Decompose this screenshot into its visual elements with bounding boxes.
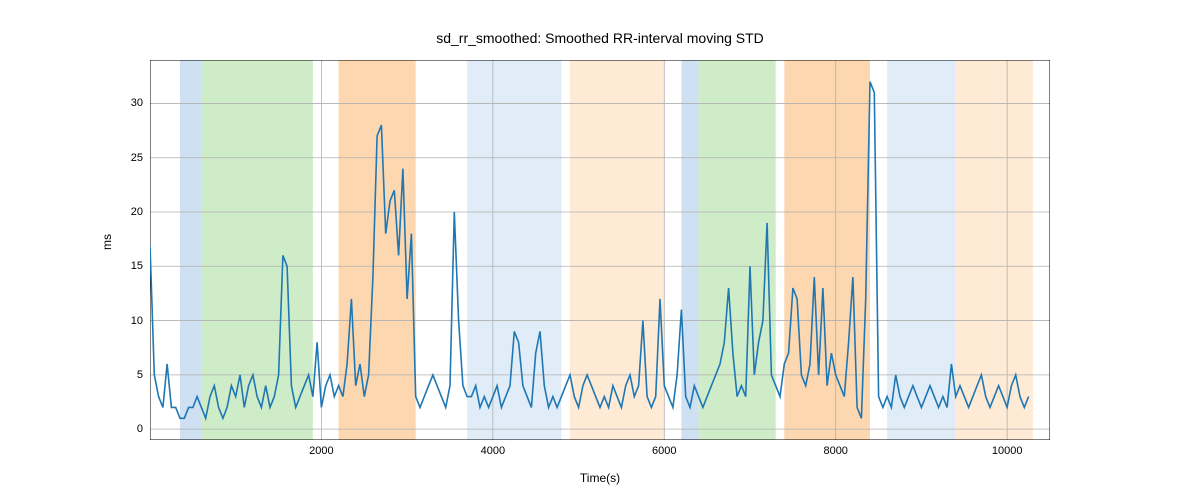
region-band: [956, 60, 1033, 440]
y-tick-label: 0: [113, 423, 143, 435]
x-tick-label: 6000: [639, 445, 689, 457]
line-chart: [150, 60, 1050, 440]
region-band: [339, 60, 416, 440]
y-axis-label: ms: [100, 234, 114, 250]
y-tick-label: 20: [113, 206, 143, 218]
y-tick-label: 10: [113, 315, 143, 327]
region-band: [681, 60, 698, 440]
y-tick-label: 25: [113, 152, 143, 164]
y-tick-label: 30: [113, 97, 143, 109]
region-band: [201, 60, 312, 440]
y-tick-label: 15: [113, 260, 143, 272]
x-tick-label: 10000: [982, 445, 1032, 457]
x-tick-label: 4000: [468, 445, 518, 457]
x-axis-label: Time(s): [0, 471, 1200, 485]
x-tick-label: 2000: [296, 445, 346, 457]
region-band: [699, 60, 776, 440]
region-band: [180, 60, 201, 440]
chart-area: [150, 60, 1050, 440]
x-tick-label: 8000: [811, 445, 861, 457]
region-band: [467, 60, 561, 440]
y-tick-label: 5: [113, 369, 143, 381]
chart-title: sd_rr_smoothed: Smoothed RR-interval mov…: [0, 30, 1200, 46]
